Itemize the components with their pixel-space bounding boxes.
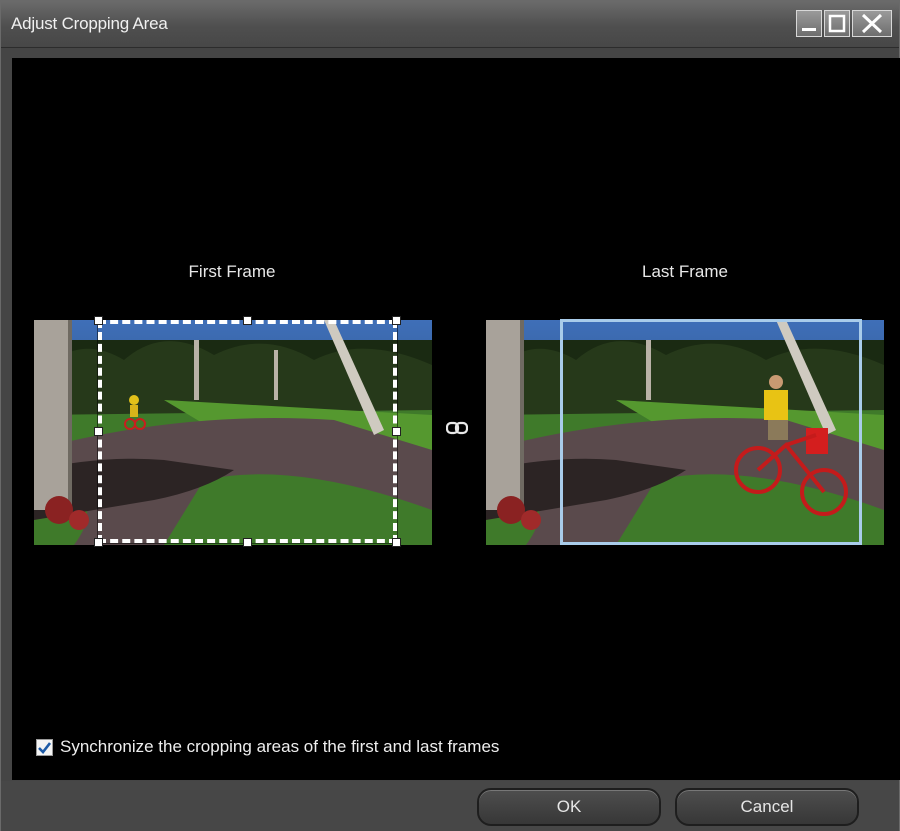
minimize-icon bbox=[802, 28, 816, 31]
crop-handle-bottom-left[interactable] bbox=[94, 538, 103, 547]
maximize-button[interactable] bbox=[824, 10, 850, 37]
crop-handle-top-left[interactable] bbox=[94, 316, 103, 325]
sync-checkbox[interactable] bbox=[36, 738, 53, 756]
crop-handle-mid-right[interactable] bbox=[392, 427, 401, 436]
first-frame-crop-box[interactable] bbox=[97, 319, 398, 544]
dialog-footer: OK Cancel bbox=[1, 781, 899, 831]
sync-label: Synchronize the cropping areas of the fi… bbox=[60, 737, 500, 756]
chain-link-icon bbox=[446, 421, 468, 435]
last-frame-label: Last Frame bbox=[642, 262, 728, 281]
preview-area: First Frame Last Frame Synchronize the c… bbox=[12, 58, 900, 780]
title-bar[interactable]: Adjust Cropping Area bbox=[1, 1, 899, 48]
window-title: Adjust Cropping Area bbox=[11, 14, 168, 33]
cancel-button[interactable]: Cancel bbox=[675, 788, 859, 826]
checkmark-icon bbox=[38, 741, 51, 754]
close-icon bbox=[861, 13, 883, 34]
adjust-cropping-dialog: Adjust Cropping Area First Frame Last Fr… bbox=[0, 0, 900, 831]
close-button[interactable] bbox=[852, 10, 892, 37]
crop-handle-top-right[interactable] bbox=[392, 316, 401, 325]
last-frame-crop-box[interactable] bbox=[560, 319, 862, 545]
crop-handle-bottom-mid[interactable] bbox=[243, 538, 252, 547]
maximize-icon bbox=[828, 14, 846, 33]
crop-handle-mid-left[interactable] bbox=[94, 427, 103, 436]
minimize-button[interactable] bbox=[796, 10, 822, 37]
sync-cropping-option[interactable]: Synchronize the cropping areas of the fi… bbox=[36, 736, 499, 758]
crop-handle-bottom-right[interactable] bbox=[392, 538, 401, 547]
crop-handle-top-mid[interactable] bbox=[243, 316, 252, 325]
ok-button[interactable]: OK bbox=[477, 788, 661, 826]
first-frame-label: First Frame bbox=[188, 262, 276, 281]
